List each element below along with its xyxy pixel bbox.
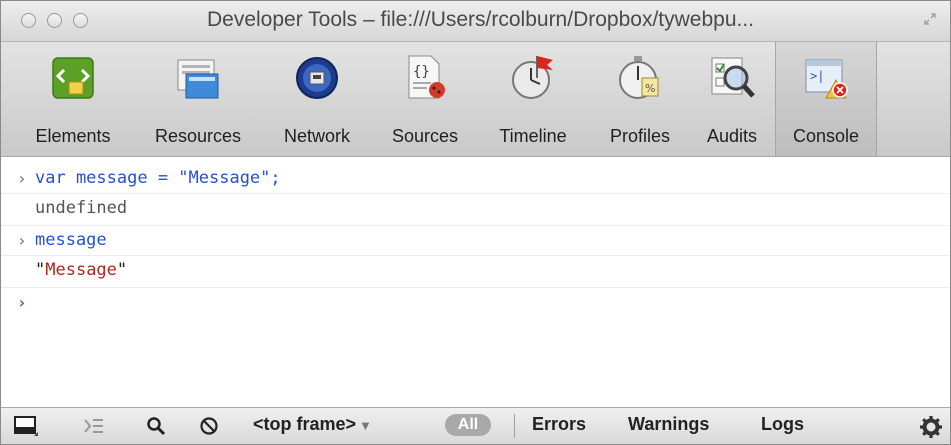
frame-select-label: <top frame> — [253, 414, 357, 434]
prompt-chevron-icon: › — [17, 231, 27, 250]
gear-icon[interactable] — [919, 415, 943, 439]
console-command: message — [35, 230, 107, 250]
tab-console[interactable]: >| Console — [775, 42, 877, 156]
network-icon — [296, 57, 338, 99]
active-prompt-chevron-icon: › — [17, 293, 27, 312]
search-icon[interactable] — [146, 416, 166, 436]
tab-label: Resources — [154, 126, 242, 146]
string-value: Message — [45, 260, 117, 280]
tab-audits[interactable]: Audits — [691, 42, 773, 156]
filter-all-button[interactable]: All — [445, 414, 491, 436]
prompt-chevron-icon: › — [17, 169, 27, 188]
profiles-icon: % — [619, 56, 659, 99]
dropdown-arrow-icon: ▼ — [359, 418, 372, 433]
console-input-line: › message — [1, 225, 950, 256]
console-string-result: "Message" — [35, 260, 127, 280]
console-command: var message = "Message"; — [35, 168, 281, 188]
elements-icon — [52, 57, 94, 99]
filter-logs-button[interactable]: Logs — [761, 414, 804, 435]
window-title: Developer Tools – file:///Users/rcolburn… — [206, 8, 755, 31]
console-input-line: › var message = "Message"; — [1, 163, 950, 194]
filter-errors-button[interactable]: Errors — [532, 414, 586, 435]
svg-text:>|: >| — [810, 69, 824, 83]
dock-icon[interactable] — [13, 415, 39, 437]
console-output[interactable]: › var message = "Message"; undefined › m… — [1, 157, 950, 408]
filter-warnings-button[interactable]: Warnings — [628, 414, 709, 435]
frame-selector[interactable]: <top frame> ▼ — [253, 414, 372, 435]
svg-text:%: % — [645, 82, 655, 95]
fullscreen-icon[interactable] — [924, 13, 936, 25]
tab-label: Console — [792, 126, 860, 146]
status-bar: <top frame> ▼ All Errors Warnings Logs — [1, 407, 950, 444]
console-icon: >| — [805, 59, 848, 99]
console-result: undefined — [35, 198, 128, 218]
resources-icon — [177, 59, 219, 99]
tab-label: Sources — [391, 126, 459, 146]
console-prompt-line[interactable]: › — [1, 287, 950, 317]
timeline-icon — [512, 56, 553, 99]
tab-elements[interactable]: Elements — [17, 42, 129, 156]
string-quote-close: " — [116, 260, 128, 280]
console-result-line: undefined — [1, 193, 950, 226]
sources-icon: {} — [408, 55, 445, 99]
audits-icon — [711, 57, 755, 98]
tab-network[interactable]: Network — [267, 42, 367, 156]
tab-label: Elements — [35, 126, 111, 146]
tab-label: Timeline — [499, 126, 567, 146]
filter-divider — [514, 414, 515, 438]
string-quote-open: " — [35, 260, 46, 280]
clear-icon[interactable] — [199, 416, 219, 436]
svg-text:{}: {} — [413, 64, 430, 80]
tab-label: Network — [283, 126, 350, 146]
panel-toolbar: Elements Resources Network {} Sources Ti… — [1, 42, 950, 157]
title-bar: Developer Tools – file:///Users/rcolburn… — [1, 1, 950, 42]
tab-resources[interactable]: Resources — [139, 42, 257, 156]
tab-label: Audits — [706, 126, 758, 146]
console-drawer-icon[interactable] — [83, 417, 105, 435]
tab-label: Profiles — [609, 126, 671, 146]
console-result-line: "Message" — [1, 255, 950, 288]
tab-timeline[interactable]: Timeline — [481, 42, 585, 156]
devtools-window: Developer Tools – file:///Users/rcolburn… — [0, 0, 951, 445]
tab-sources[interactable]: {} Sources — [375, 42, 475, 156]
tab-profiles[interactable]: % Profiles — [591, 42, 689, 156]
